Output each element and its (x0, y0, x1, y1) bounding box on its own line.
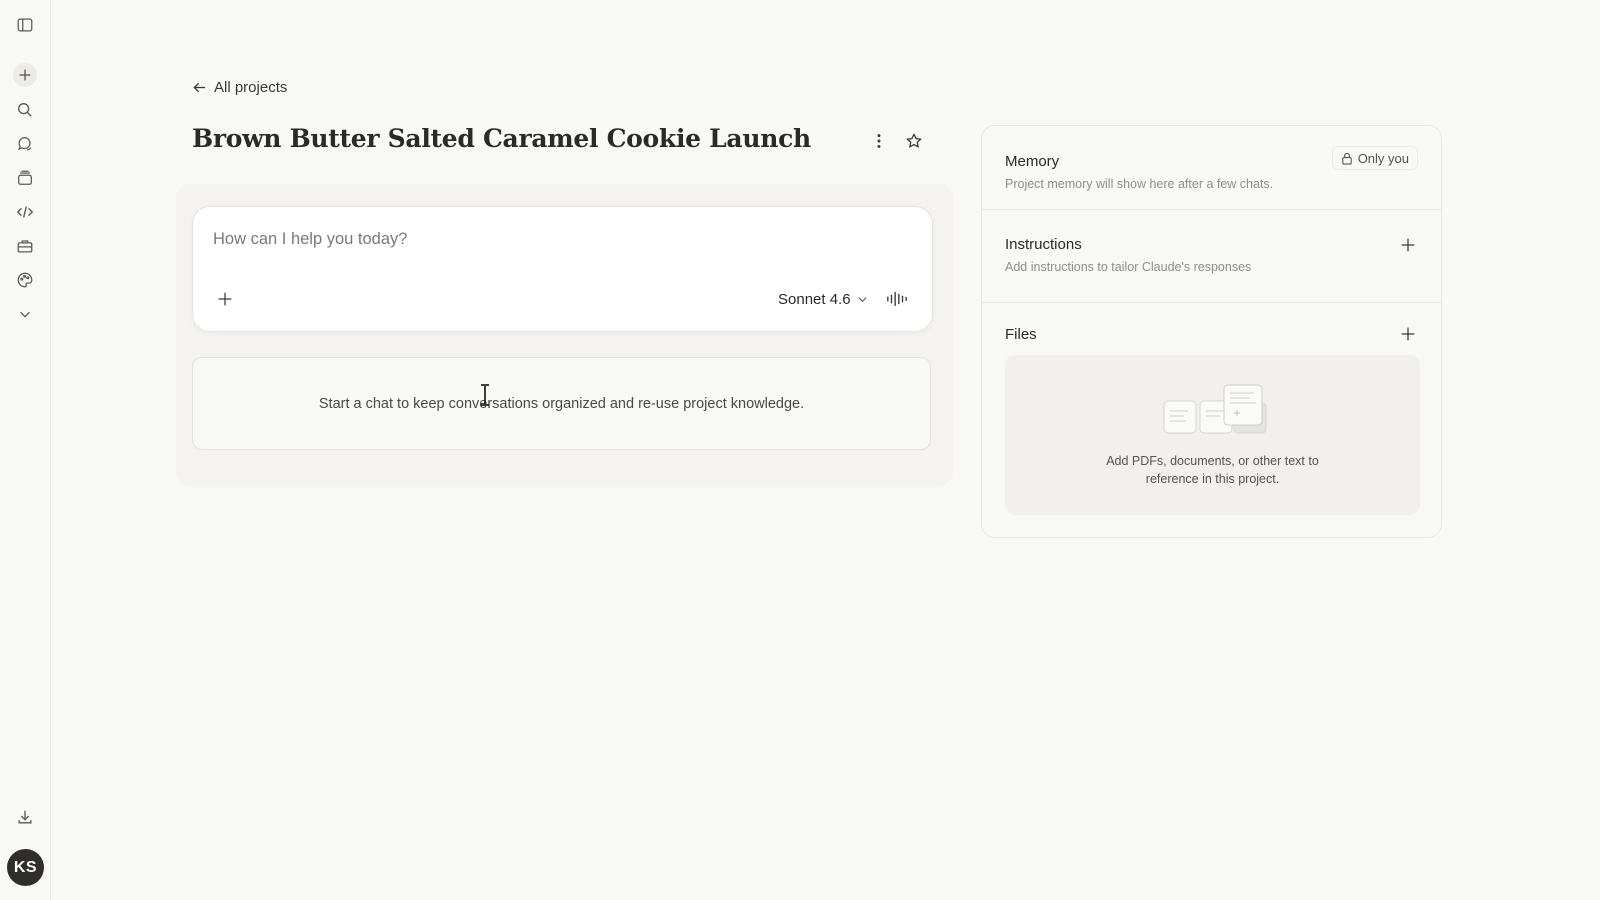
toolbox-icon[interactable] (13, 234, 37, 258)
files-heading: Files (1005, 326, 1037, 343)
code-icon[interactable] (13, 200, 37, 224)
project-details-panel: Memory Only you Project memory will show… (981, 125, 1442, 538)
add-instructions-button[interactable] (1395, 232, 1421, 258)
page-title: Brown Butter Salted Caramel Cookie Launc… (192, 124, 811, 153)
back-to-all-projects-link[interactable]: All projects (192, 79, 287, 96)
chevron-down-icon[interactable] (13, 302, 37, 326)
documents-illustration-icon (1163, 384, 1267, 434)
visibility-label: Only you (1357, 150, 1409, 166)
memory-description: Project memory will show here after a fe… (1005, 177, 1274, 191)
arrow-left-icon (193, 82, 206, 93)
model-label: Sonnet 4.6 (778, 290, 851, 308)
instructions-heading: Instructions (1005, 236, 1082, 253)
text-cursor-icon (481, 384, 489, 406)
plus-icon (1401, 327, 1415, 341)
new-chat-icon[interactable] (13, 63, 37, 87)
sidebar: KS (0, 0, 51, 900)
more-options-icon[interactable] (865, 127, 893, 155)
model-selector[interactable]: Sonnet 4.6 (778, 287, 868, 311)
voice-mode-button[interactable] (883, 285, 911, 313)
chats-icon[interactable] (13, 132, 37, 156)
lock-icon (1341, 152, 1352, 165)
add-attachment-button[interactable] (211, 285, 239, 313)
star-icon[interactable] (900, 127, 928, 155)
plus-icon (1401, 238, 1415, 252)
memory-section: Memory Only you Project memory will show… (982, 126, 1441, 209)
empty-chats-card: Start a chat to keep conversations organ… (192, 357, 931, 450)
files-empty-line-1: Add PDFs, documents, or other text to (1106, 454, 1319, 468)
files-empty-text: Add PDFs, documents, or other text to re… (1005, 452, 1420, 488)
chat-composer: Sonnet 4.6 (192, 206, 933, 332)
projects-icon[interactable] (13, 166, 37, 190)
palette-icon[interactable] (13, 268, 37, 292)
files-dropzone[interactable]: Add PDFs, documents, or other text to re… (1005, 355, 1420, 515)
chat-input[interactable] (213, 227, 893, 251)
plus-icon (218, 292, 232, 306)
empty-chats-message: Start a chat to keep conversations organ… (318, 395, 805, 412)
back-link-label: All projects (214, 79, 288, 96)
chevron-down-icon (857, 296, 867, 302)
waveform-icon (887, 291, 907, 307)
add-files-button[interactable] (1395, 321, 1421, 347)
memory-visibility-badge[interactable]: Only you (1331, 146, 1418, 170)
files-empty-line-2: reference in this project. (1145, 472, 1280, 486)
sidebar-toggle-icon[interactable] (13, 13, 37, 37)
avatar[interactable]: KS (7, 849, 44, 886)
instructions-section: Instructions Add instructions to tailor … (982, 210, 1441, 302)
download-icon[interactable] (13, 805, 37, 829)
search-icon[interactable] (13, 98, 37, 122)
memory-heading: Memory (1005, 153, 1060, 170)
instructions-description: Add instructions to tailor Claude's resp… (1005, 260, 1252, 274)
